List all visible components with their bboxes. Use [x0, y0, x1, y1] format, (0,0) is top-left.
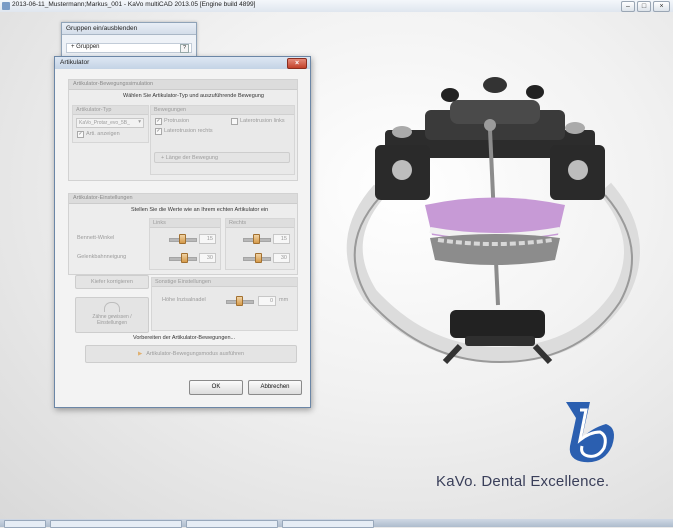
bennett-right-input[interactable]: 15 [273, 234, 290, 244]
left-column-header: Links [153, 220, 166, 226]
run-articulator-button[interactable]: ▶ Artikulator-Bewegungsmodus ausführen [85, 345, 297, 363]
app-icon [2, 2, 10, 10]
laterotrusion-right-checkbox[interactable]: ✓ [155, 128, 162, 135]
articulator-type-group: Artikulator-Typ KaVo_Protar_evo_5B_ ▾ ✓ … [72, 105, 149, 143]
incisal-pin-unit: mm [279, 297, 289, 303]
lower-base [450, 310, 545, 338]
minimize-button[interactable]: – [621, 1, 635, 12]
condylar-left-input[interactable]: 30 [199, 253, 216, 263]
articulator-3d-model[interactable] [330, 70, 660, 370]
help-button[interactable]: ? [180, 44, 189, 53]
maximize-button[interactable]: □ [637, 1, 651, 12]
play-icon: ▶ [137, 351, 143, 357]
groups-row-label: + Gruppen [71, 44, 100, 50]
bennett-angle-label: Bennett-Winkel [77, 235, 115, 241]
laterotrusion-right-label: Laterotrusion rechts [164, 128, 213, 134]
condylar-right-input[interactable]: 30 [273, 253, 290, 263]
ok-button[interactable]: OK [189, 380, 243, 395]
settings-instruction: Stellen Sie die Werte wie an Ihrem echte… [131, 207, 269, 213]
incisal-pin-input[interactable]: 0 [258, 296, 276, 306]
simulation-instruction: Wählen Sie Artikulator-Typ und auszuführ… [123, 93, 264, 99]
right-column-header: Rechts [229, 220, 247, 226]
dialog-header: Artikulator × [55, 57, 310, 69]
articulator-type-select[interactable]: KaVo_Protar_evo_5B_ ▾ [76, 118, 144, 128]
movements-group: Bewegungen ✓ Protrusion Laterotrusion li… [150, 105, 295, 175]
lower-jaw-model [430, 234, 560, 265]
articulator-dialog: Artikulator × Artikulator-Bewegungssimul… [54, 56, 311, 408]
run-articulator-label: Artikulator-Bewegungsmodus ausführen [146, 351, 245, 357]
brand-tagline: KaVo. Dental Excellence. [436, 473, 610, 490]
window-title: 2013-06-11_Mustermann;Markus_001 - KaVo … [12, 1, 256, 8]
simulation-section: Artikulator-Bewegungssimulation Wählen S… [68, 79, 298, 181]
bennett-left-input[interactable]: 15 [199, 234, 216, 244]
reset-settings-line2: Einstellungen [96, 320, 128, 326]
articulator-type-header: Artikulator-Typ [76, 107, 112, 113]
kavo-logo-icon [566, 402, 614, 463]
condylar-left-slider-thumb[interactable] [181, 253, 188, 263]
laterotrusion-left-label: Laterotrusion links [240, 118, 285, 124]
protrusion-label: Protrusion [164, 118, 190, 124]
movement-length-button[interactable]: + Länge der Bewegung [154, 152, 290, 163]
prepare-movements-label: Vorbereiten der Artikulator-Bewegungen..… [133, 335, 236, 341]
groups-row[interactable]: + Gruppen ? [66, 43, 192, 53]
dialog-close-button[interactable]: × [287, 58, 307, 69]
condylar-right-slider-thumb[interactable] [255, 253, 262, 263]
settings-section: Artikulator-Einstellungen Stellen Sie di… [68, 193, 298, 275]
incisal-pin-slider-thumb[interactable] [236, 296, 243, 306]
show-articulator-checkbox[interactable]: ✓ [77, 131, 84, 138]
settings-section-header: Artikulator-Einstellungen [69, 194, 297, 204]
articulator-type-value: KaVo_Protar_evo_5B_ [79, 120, 130, 126]
groups-panel-title: Gruppen ein/ausblenden [66, 25, 138, 32]
arch-icon [104, 302, 120, 312]
bennett-right-slider-thumb[interactable] [253, 234, 260, 244]
bennett-left-slider-thumb[interactable] [179, 234, 186, 244]
incisal-pin-height-label: Höhe Inzisalnadel [162, 297, 206, 303]
laterotrusion-left-checkbox[interactable] [231, 118, 238, 125]
simulation-section-header: Artikulator-Bewegungssimulation [69, 80, 297, 90]
show-articulator-label: Arti. anzeigen [86, 131, 120, 137]
other-settings-group: Sonstige Einstellungen Höhe Inzisalnadel… [151, 277, 298, 331]
simulation-section-title: Artikulator-Bewegungssimulation [73, 81, 154, 87]
adjust-jaw-button[interactable]: Kiefer korrigieren [75, 275, 149, 289]
dialog-title: Artikulator [60, 59, 90, 66]
cancel-button[interactable]: Abbrechen [248, 380, 302, 395]
movements-header: Bewegungen [154, 107, 187, 113]
groups-panel-header: Gruppen ein/ausblenden [62, 23, 196, 35]
settings-section-title: Artikulator-Einstellungen [73, 195, 133, 201]
close-window-button[interactable]: × [653, 1, 670, 12]
condylar-inclination-label: Gelenkbahnneigung [77, 254, 127, 260]
other-settings-header: Sonstige Einstellungen [155, 279, 211, 285]
protrusion-checkbox[interactable]: ✓ [155, 118, 162, 125]
reset-settings-button[interactable]: Zähne gewissen / Einstellungen [75, 297, 149, 333]
chevron-down-icon: ▾ [138, 119, 141, 125]
